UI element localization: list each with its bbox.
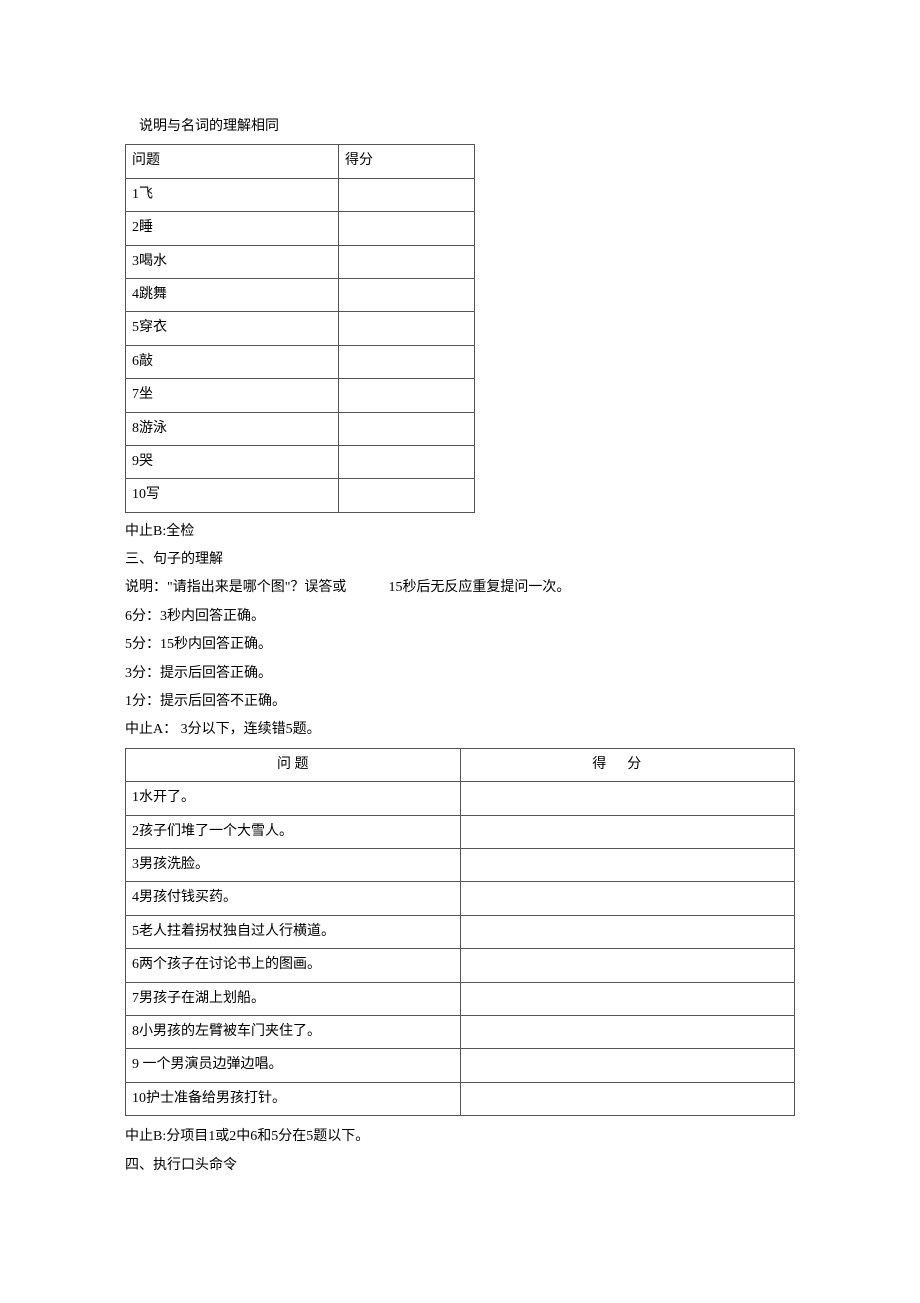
table-row: 问 题 得分 [126, 748, 795, 781]
cell-score [460, 815, 795, 848]
table-row: 3男孩洗脸。 [126, 848, 795, 881]
cell-question: 9哭 [126, 445, 339, 478]
table-row: 7坐 [126, 379, 475, 412]
cell-question: 6两个孩子在讨论书上的图画。 [126, 949, 461, 982]
col-header-score: 得分 [339, 145, 475, 178]
cell-score [460, 1015, 795, 1048]
cell-score [460, 782, 795, 815]
cell-score [460, 1049, 795, 1082]
cell-question: 3喝水 [126, 245, 339, 278]
table-row: 5老人拄着拐杖独自过人行横道。 [126, 915, 795, 948]
instruction-line: 说明："请指出来是哪个图"？误答或 15秒后无反应重复提问一次。 [125, 577, 795, 599]
col-header-question: 问 题 [126, 748, 461, 781]
table-row: 3喝水 [126, 245, 475, 278]
score-1: 1分：提示后回答不正确。 [125, 691, 795, 713]
cell-question: 4男孩付钱买药。 [126, 882, 461, 915]
cell-question: 7坐 [126, 379, 339, 412]
cell-score [460, 915, 795, 948]
cell-score [460, 882, 795, 915]
cell-question: 8游泳 [126, 412, 339, 445]
cell-question: 10护士准备给男孩打针。 [126, 1082, 461, 1115]
score-6: 6分：3秒内回答正确。 [125, 606, 795, 628]
table-row: 问题 得分 [126, 145, 475, 178]
cell-question: 8小男孩的左臂被车门夹住了。 [126, 1015, 461, 1048]
cell-score [339, 278, 475, 311]
cell-question: 1飞 [126, 178, 339, 211]
table-row: 4男孩付钱买药。 [126, 882, 795, 915]
instruction-part-b: 15秒后无反应重复提问一次。 [388, 580, 570, 595]
cell-question: 2睡 [126, 212, 339, 245]
table-row: 2孩子们堆了一个大雪人。 [126, 815, 795, 848]
table-row: 6敲 [126, 345, 475, 378]
table-row: 10护士准备给男孩打针。 [126, 1082, 795, 1115]
cell-question: 7男孩子在湖上划船。 [126, 982, 461, 1015]
cell-score [339, 212, 475, 245]
cell-score [460, 1082, 795, 1115]
cell-question: 9 一个男演员边弹边唱。 [126, 1049, 461, 1082]
table-row: 2睡 [126, 212, 475, 245]
cell-score [339, 245, 475, 278]
table-row: 7男孩子在湖上划船。 [126, 982, 795, 1015]
cell-score [339, 479, 475, 512]
table-row: 8小男孩的左臂被车门夹住了。 [126, 1015, 795, 1048]
cell-score [460, 982, 795, 1015]
stop-a-note: 中止A： 3分以下，连续错5题。 [125, 719, 795, 741]
col-header-score: 得分 [460, 748, 795, 781]
stop-b-note-2: 中止B:分项目1或2中6和5分在5题以下。 [125, 1126, 795, 1148]
cell-score [460, 949, 795, 982]
instruction-part-a: 说明："请指出来是哪个图"？误答或 [125, 580, 346, 595]
intro-text: 说明与名词的理解相同 [125, 116, 795, 138]
cell-score [460, 848, 795, 881]
score-5: 5分：15秒内回答正确。 [125, 634, 795, 656]
cell-score [339, 445, 475, 478]
stop-b-note: 中止B:全检 [125, 521, 795, 543]
cell-question: 2孩子们堆了一个大雪人。 [126, 815, 461, 848]
table-row: 10写 [126, 479, 475, 512]
table-sentences: 问 题 得分 1水开了。 2孩子们堆了一个大雪人。 3男孩洗脸。 4男孩付钱买药… [125, 748, 795, 1116]
table-verbs: 问题 得分 1飞 2睡 3喝水 4跳舞 5穿衣 6敲 7坐 8游泳 9哭 10写 [125, 144, 475, 512]
table-row: 6两个孩子在讨论书上的图画。 [126, 949, 795, 982]
score-3: 3分：提示后回答正确。 [125, 663, 795, 685]
table-row: 4跳舞 [126, 278, 475, 311]
cell-score [339, 379, 475, 412]
table-row: 1水开了。 [126, 782, 795, 815]
cell-question: 6敲 [126, 345, 339, 378]
section-3-heading: 三、句子的理解 [125, 549, 795, 571]
cell-question: 1水开了。 [126, 782, 461, 815]
table-row: 5穿衣 [126, 312, 475, 345]
cell-question: 10写 [126, 479, 339, 512]
cell-question: 4跳舞 [126, 278, 339, 311]
cell-question: 3男孩洗脸。 [126, 848, 461, 881]
cell-score [339, 412, 475, 445]
col-header-question: 问题 [126, 145, 339, 178]
cell-score [339, 345, 475, 378]
cell-question: 5穿衣 [126, 312, 339, 345]
cell-question: 5老人拄着拐杖独自过人行横道。 [126, 915, 461, 948]
table-row: 9哭 [126, 445, 475, 478]
table-row: 8游泳 [126, 412, 475, 445]
section-4-heading: 四、执行口头命令 [125, 1155, 795, 1177]
table-row: 1飞 [126, 178, 475, 211]
cell-score [339, 178, 475, 211]
table-row: 9 一个男演员边弹边唱。 [126, 1049, 795, 1082]
cell-score [339, 312, 475, 345]
